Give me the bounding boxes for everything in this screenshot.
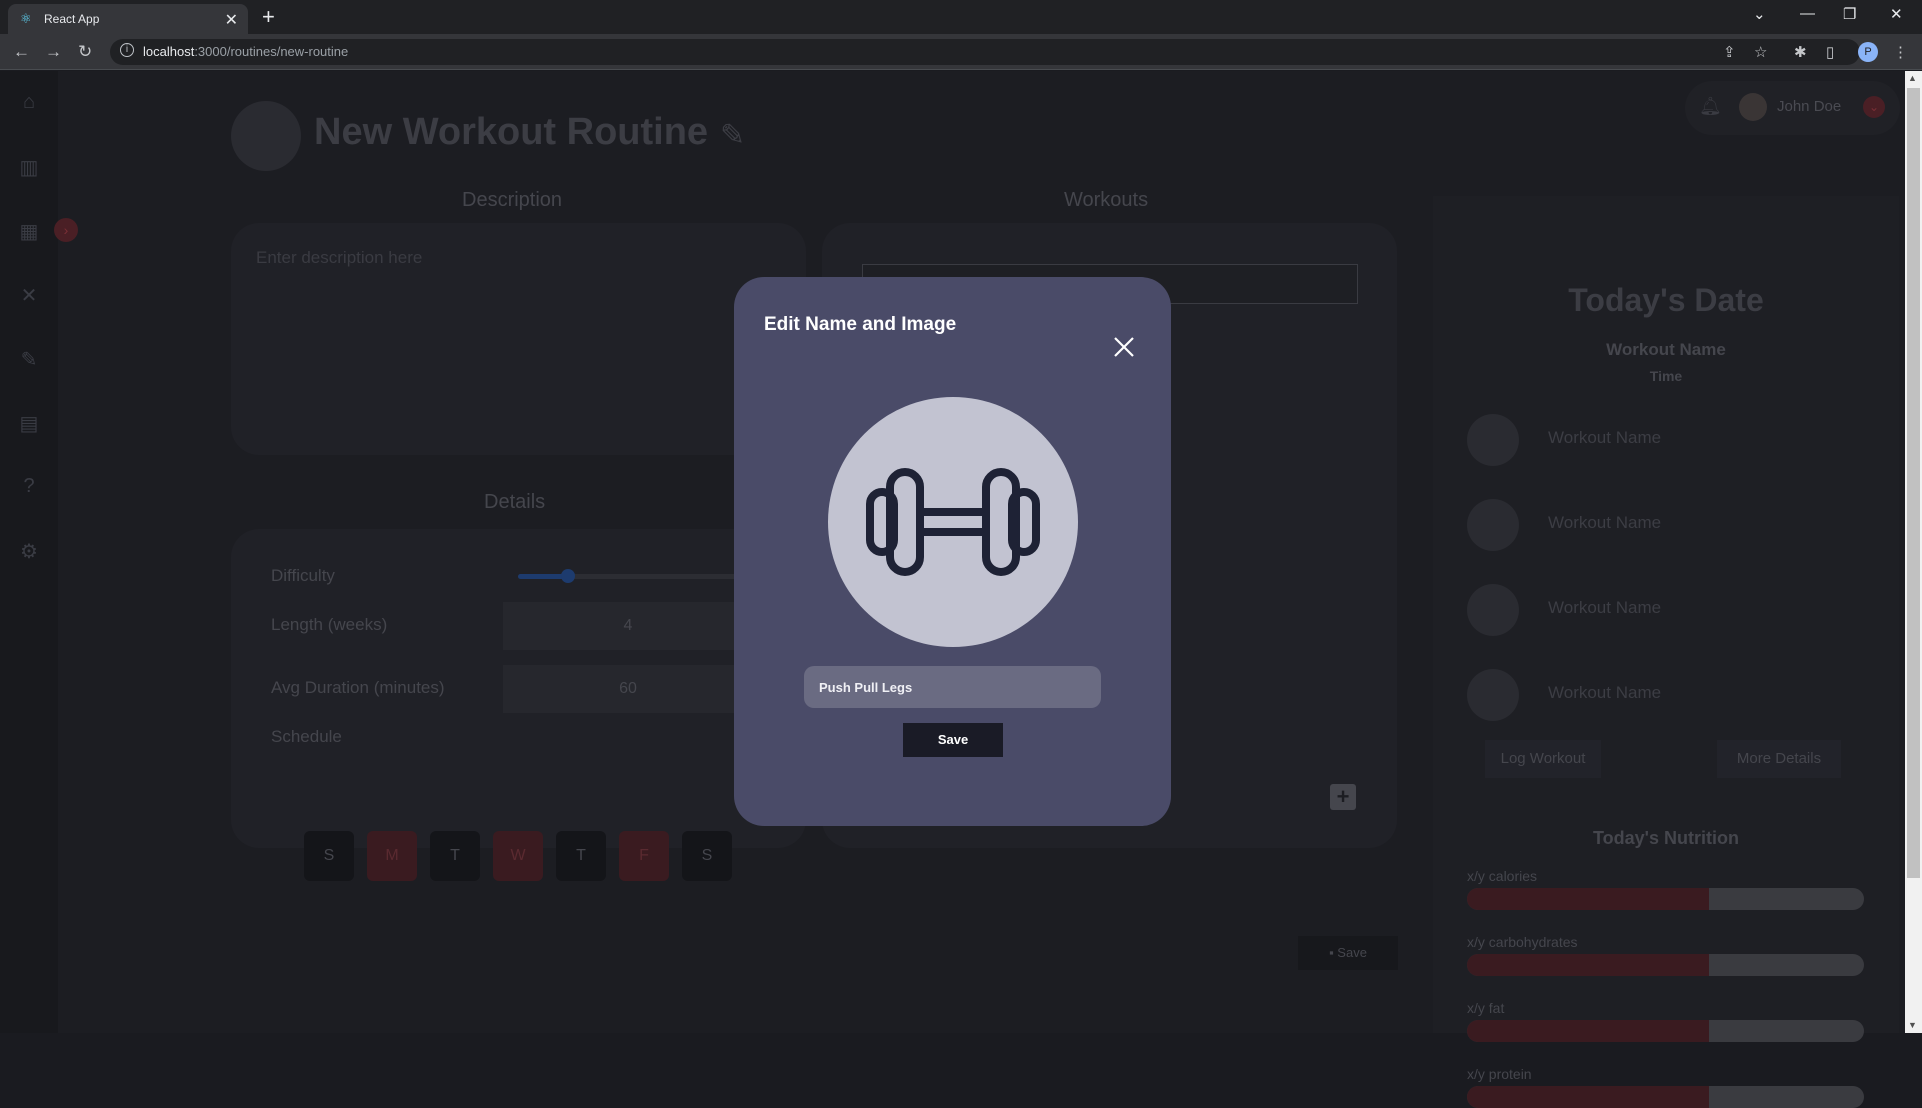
close-icon[interactable] xyxy=(1112,335,1136,359)
url-path: :3000/routines/new-routine xyxy=(194,44,349,59)
url-field[interactable]: i localhost:3000/routines/new-routine xyxy=(110,39,1860,65)
nutrition-progress-bar xyxy=(1467,1086,1864,1108)
window-close-icon[interactable]: ✕ xyxy=(1890,5,1903,23)
browser-menu-icon[interactable]: ⋮ xyxy=(1893,43,1908,61)
bookmark-star-icon[interactable]: ☆ xyxy=(1754,43,1767,61)
react-icon: ⚛ xyxy=(20,11,32,26)
back-icon[interactable]: ← xyxy=(13,42,30,62)
modal-save-button[interactable]: Save xyxy=(903,723,1003,757)
forward-icon[interactable]: → xyxy=(45,42,62,62)
side-panel-icon[interactable]: ▯ xyxy=(1826,43,1834,61)
routine-image-picker[interactable] xyxy=(828,397,1078,647)
extensions-icon[interactable]: ✱ xyxy=(1794,43,1807,61)
scroll-up-icon[interactable]: ▲ xyxy=(1908,73,1917,83)
routine-name-input[interactable] xyxy=(804,666,1101,708)
new-tab-icon[interactable]: + xyxy=(262,4,275,30)
share-icon[interactable]: ⇪ xyxy=(1723,43,1736,61)
profile-avatar[interactable]: P xyxy=(1858,42,1878,62)
reload-icon[interactable]: ↻ xyxy=(78,42,92,62)
modal-title: Edit Name and Image xyxy=(764,314,957,335)
dumbbell-icon xyxy=(866,468,1040,576)
tab-title: React App xyxy=(44,12,100,26)
site-info-icon[interactable]: i xyxy=(120,43,134,57)
scroll-down-icon[interactable]: ▼ xyxy=(1908,1020,1917,1030)
minimize-icon[interactable]: — xyxy=(1800,5,1815,22)
nutrition-progress-fill xyxy=(1467,1086,1710,1108)
url-host: localhost xyxy=(143,44,195,59)
address-bar-row: ← → ↻ i localhost:3000/routines/new-rout… xyxy=(0,34,1922,70)
tab-search-icon[interactable]: ⌄ xyxy=(1753,5,1766,23)
scrollbar-thumb[interactable] xyxy=(1907,88,1920,878)
browser-tab-bar: ⚛ React App ✕ + ⌄ — ❐ ✕ xyxy=(0,0,1922,34)
browser-tab[interactable]: ⚛ React App ✕ xyxy=(8,4,248,34)
edit-name-modal: Edit Name and Image Save xyxy=(734,277,1171,826)
restore-icon[interactable]: ❐ xyxy=(1843,5,1856,23)
tab-close-icon[interactable]: ✕ xyxy=(225,10,238,30)
nutrition-label: x/y protein xyxy=(1467,1066,1532,1082)
url-text: localhost:3000/routines/new-routine xyxy=(143,44,348,59)
